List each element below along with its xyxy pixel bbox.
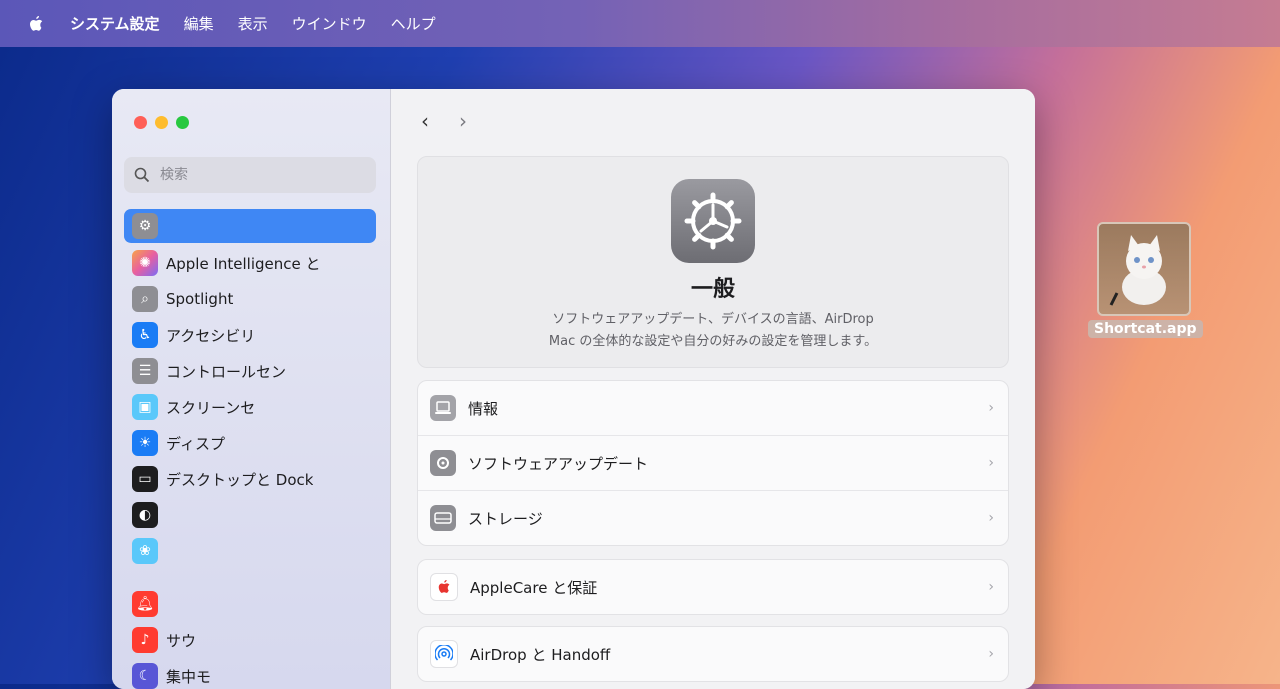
chevron-right-icon: › xyxy=(988,510,994,526)
row-label: 情報 xyxy=(468,399,499,418)
menu-app-name[interactable]: システム設定 xyxy=(70,13,160,34)
sidebar-item-appearance[interactable]: ◐ xyxy=(124,498,376,532)
apple-logo-icon xyxy=(430,573,458,601)
settings-group-applecare: AppleCare と保証 › xyxy=(417,559,1009,615)
gear-icon xyxy=(671,179,755,263)
sidebar-item-wallpaper[interactable]: ❀ xyxy=(124,534,376,568)
search-input[interactable] xyxy=(158,166,362,184)
sidebar-item-focus[interactable]: ☾ 集中モ xyxy=(124,659,376,689)
window-controls xyxy=(134,116,189,129)
toggles-icon: ☰ xyxy=(132,358,158,384)
row-about[interactable]: 情報 › xyxy=(418,381,1008,435)
sidebar-item-notifications[interactable]: 🔔︎ xyxy=(124,587,376,621)
desktop-file-shortcat[interactable]: Shortcat.app xyxy=(1088,222,1203,338)
chevron-right-icon: › xyxy=(988,400,994,416)
description-line-2: Mac の全体的な設定や自分の好みの設定を管理します。 xyxy=(548,334,878,349)
menu-edit[interactable]: 編集 xyxy=(184,13,214,34)
sidebar-item-sound[interactable]: ♪ サウ xyxy=(124,623,376,657)
sidebar-item-label: スクリーンセ xyxy=(166,398,256,417)
moon-icon: ☾ xyxy=(132,663,158,689)
gear-icon xyxy=(430,450,456,476)
navigation-buttons: ‹ › xyxy=(421,109,467,133)
airdrop-icon xyxy=(430,640,458,668)
menu-help[interactable]: ヘルプ xyxy=(391,13,436,34)
row-label: ソフトウェアアップデート xyxy=(468,454,649,473)
accessibility-icon: ♿ xyxy=(132,322,158,348)
sidebar-item-spotlight[interactable]: ⌕ Spotlight xyxy=(124,282,376,316)
speaker-icon: ♪ xyxy=(132,627,158,653)
sidebar-item-displays[interactable]: ☀ ディスプ xyxy=(124,426,376,460)
appearance-icon: ◐ xyxy=(132,502,158,528)
row-label: AirDrop と Handoff xyxy=(470,645,611,664)
sidebar-item-screensaver[interactable]: ▣ スクリーンセ xyxy=(124,390,376,424)
sidebar-item-label: Spotlight xyxy=(166,290,234,308)
row-software-update[interactable]: ソフトウェアアップデート › xyxy=(418,435,1008,490)
row-storage[interactable]: ストレージ › xyxy=(418,490,1008,545)
row-airdrop-handoff[interactable]: AirDrop と Handoff › xyxy=(418,627,1008,681)
settings-window: ⚙ ✺ Apple Intelligence と ⌕ Spotlight ♿ ア… xyxy=(112,89,1035,689)
sidebar-item-control-center[interactable]: ☰ コントロールセン xyxy=(124,354,376,388)
menu-window[interactable]: ウインドウ xyxy=(292,13,367,34)
sidebar: ⚙ ✺ Apple Intelligence と ⌕ Spotlight ♿ ア… xyxy=(112,89,391,689)
sidebar-item-label: サウ xyxy=(166,631,197,650)
laptop-icon xyxy=(430,395,456,421)
row-applecare[interactable]: AppleCare と保証 › xyxy=(418,560,1008,614)
menu-bar: システム設定 編集 表示 ウインドウ ヘルプ xyxy=(0,0,1280,47)
chevron-right-icon: › xyxy=(988,579,994,595)
screensaver-icon: ▣ xyxy=(132,394,158,420)
sidebar-item-desktop-dock[interactable]: ▭ デスクトップと Dock xyxy=(124,462,376,496)
search-icon xyxy=(134,167,150,183)
general-header: 一般 ソフトウェアアップデート、デバイスの言語、AirDrop Mac の全体的… xyxy=(417,156,1009,368)
row-label: AppleCare と保証 xyxy=(470,578,598,597)
sidebar-item-label: デスクトップと Dock xyxy=(166,470,314,489)
sidebar-item-label: コントロールセン xyxy=(166,362,287,381)
apple-menu-icon[interactable] xyxy=(26,14,46,34)
sun-icon: ☀ xyxy=(132,430,158,456)
page-description: ソフトウェアアップデート、デバイスの言語、AirDrop Mac の全体的な設定… xyxy=(418,309,1008,353)
dock-icon: ▭ xyxy=(132,466,158,492)
sidebar-item-apple-intelligence[interactable]: ✺ Apple Intelligence と xyxy=(124,246,376,280)
settings-group-airdrop: AirDrop と Handoff › xyxy=(417,626,1009,682)
settings-group-system: 情報 › ソフトウェアアップデート › ストレージ › xyxy=(417,380,1009,546)
row-label: ストレージ xyxy=(468,509,543,528)
description-line-1: ソフトウェアアップデート、デバイスの言語、AirDrop xyxy=(552,312,874,327)
sidebar-item-label: 集中モ xyxy=(166,667,212,686)
back-button[interactable]: ‹ xyxy=(421,109,429,133)
sidebar-item-label: ディスプ xyxy=(166,434,225,453)
wallpaper-icon: ❀ xyxy=(132,538,158,564)
chevron-right-icon: › xyxy=(988,646,994,662)
search-field[interactable] xyxy=(124,157,376,193)
content-pane: ‹ › 一般 ソフトウェアアップデート、デバイスの言語、AirDrop Mac … xyxy=(391,89,1035,689)
sidebar-item-label: Apple Intelligence と xyxy=(166,254,321,273)
zoom-button[interactable] xyxy=(176,116,189,129)
drive-icon xyxy=(430,505,456,531)
page-title: 一般 xyxy=(690,277,735,302)
sidebar-item-label: アクセシビリ xyxy=(166,326,256,345)
file-name-label: Shortcat.app xyxy=(1088,320,1203,338)
apple-intelligence-icon: ✺ xyxy=(132,250,158,276)
menu-view[interactable]: 表示 xyxy=(238,13,268,34)
sidebar-item-general[interactable]: ⚙ xyxy=(124,209,376,243)
cat-app-icon xyxy=(1097,222,1191,316)
magnifier-icon: ⌕ xyxy=(132,286,158,312)
chevron-right-icon: › xyxy=(988,455,994,471)
sidebar-item-accessibility[interactable]: ♿ アクセシビリ xyxy=(124,318,376,352)
minimize-button[interactable] xyxy=(155,116,168,129)
bell-icon: 🔔︎ xyxy=(132,591,158,617)
gear-icon: ⚙ xyxy=(132,213,158,239)
close-button[interactable] xyxy=(134,116,147,129)
forward-button[interactable]: › xyxy=(459,109,467,133)
